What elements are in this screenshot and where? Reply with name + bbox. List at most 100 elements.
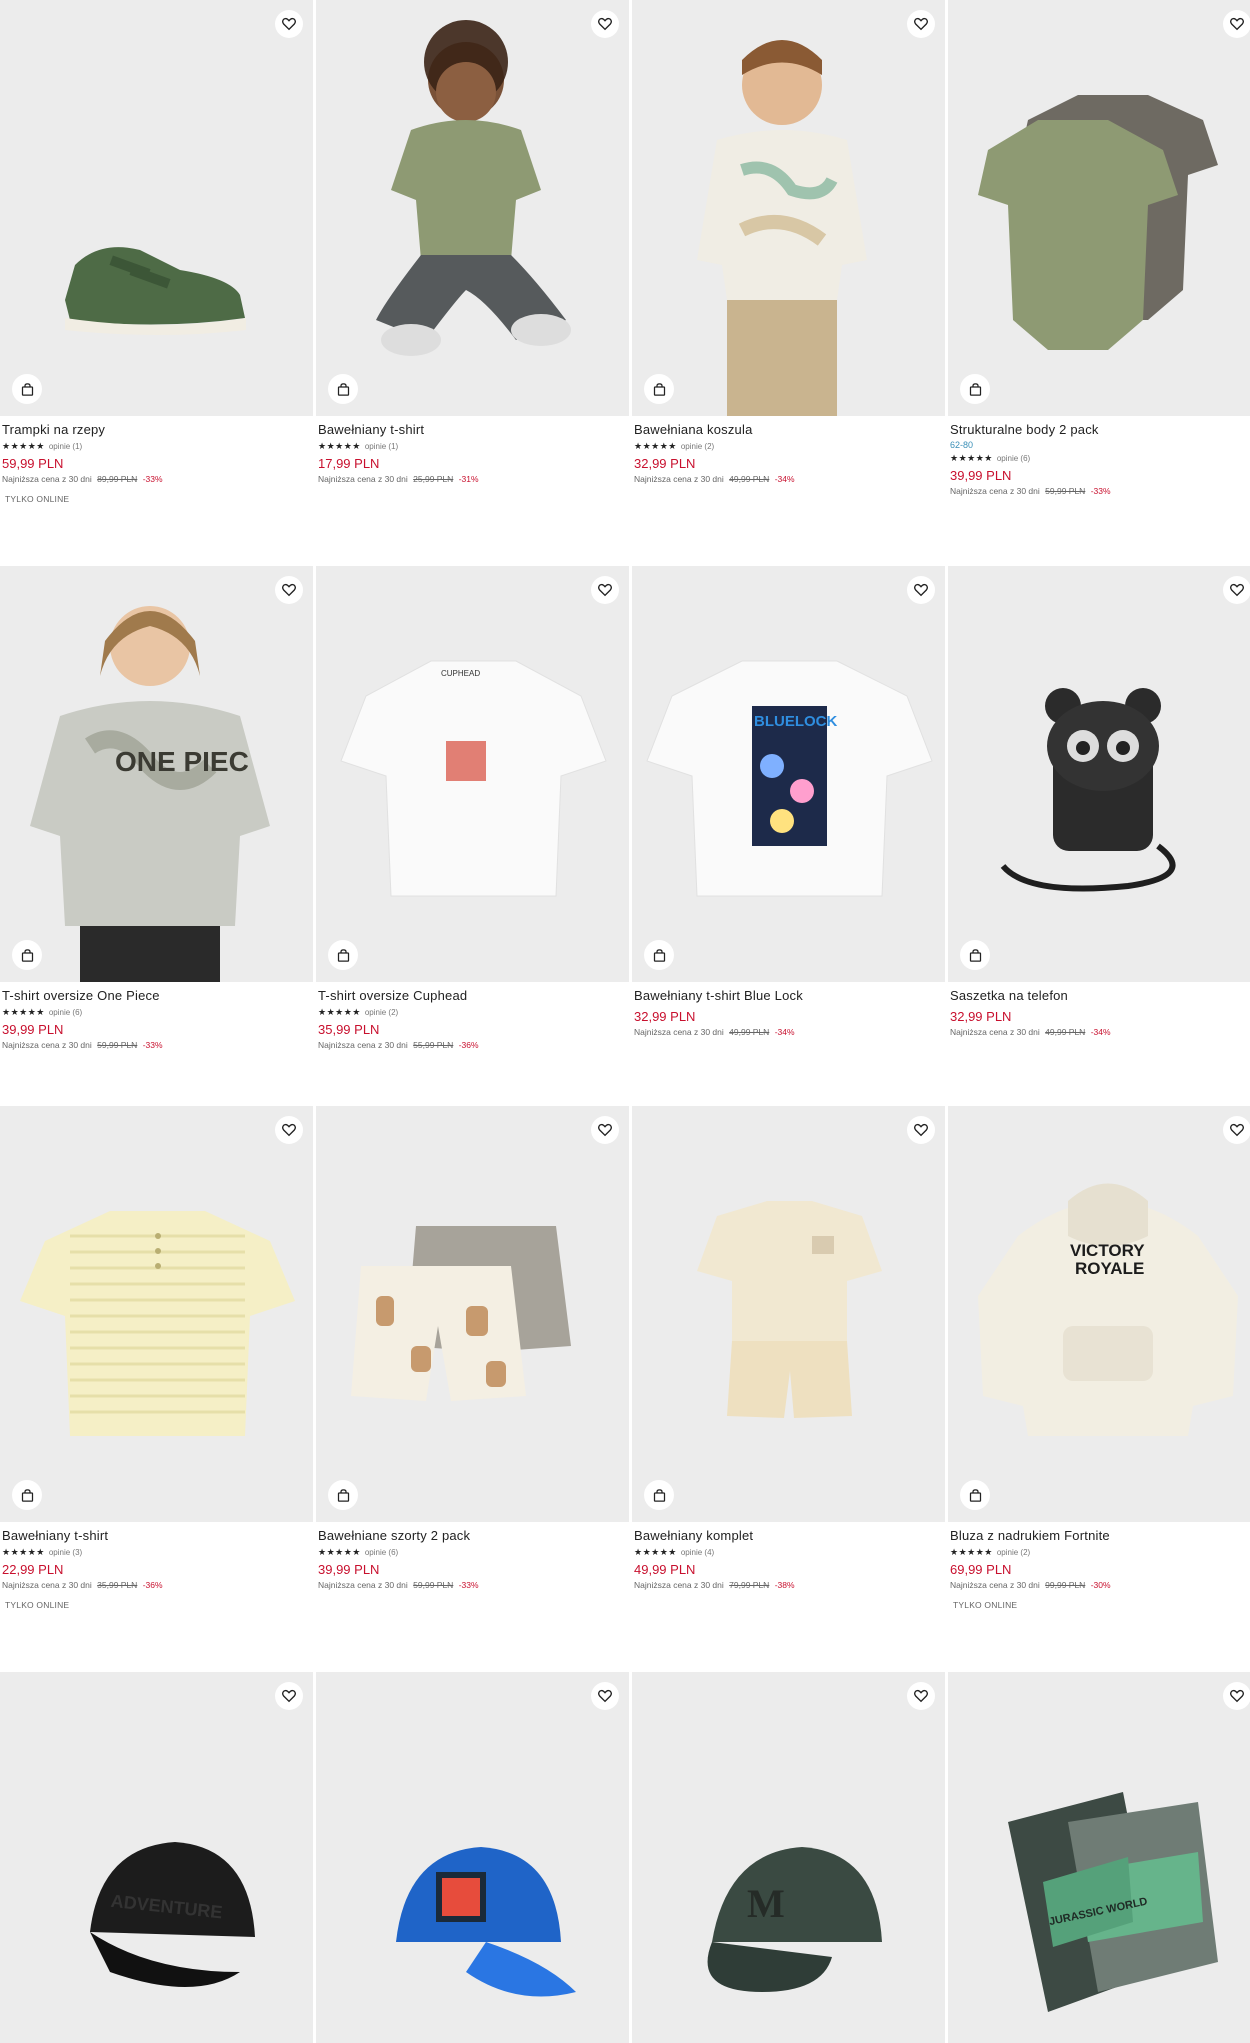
product-image[interactable]: ONE PIEC: [0, 566, 313, 982]
product-photo: [1000, 688, 1176, 892]
rating-stars: ★★★★★: [2, 441, 45, 451]
product-price: 59,99 PLN: [2, 456, 64, 471]
product-image[interactable]: [948, 566, 1250, 982]
product-price: 39,99 PLN: [318, 1562, 380, 1577]
svg-text:ROYALE: ROYALE: [1075, 1259, 1144, 1278]
product-image[interactable]: [316, 0, 629, 416]
shopping-bag-icon[interactable]: [328, 940, 358, 970]
rating: ★★★★★ opinie (2): [950, 1547, 1250, 1557]
product-image[interactable]: [632, 0, 945, 416]
product-image[interactable]: [316, 1106, 629, 1522]
product-image[interactable]: [0, 0, 313, 416]
review-count[interactable]: opinie (2): [997, 1548, 1030, 1557]
heart-icon[interactable]: [1223, 1116, 1250, 1144]
product-name[interactable]: Bawełniane szorty 2 pack: [318, 1528, 627, 1544]
heart-icon[interactable]: [907, 1116, 935, 1144]
product-card[interactable]: Trampki na rzepy ★★★★★ opinie (1) 59,99 …: [0, 0, 313, 504]
product-name[interactable]: Saszetka na telefon: [950, 988, 1250, 1004]
product-image[interactable]: CUPHEAD: [316, 566, 629, 982]
product-card[interactable]: Bawełniane szorty 2 pack ★★★★★ opinie (6…: [316, 1106, 629, 1591]
product-image[interactable]: [632, 1106, 945, 1522]
shopping-bag-icon[interactable]: [644, 1480, 674, 1510]
product-price: 32,99 PLN: [634, 456, 696, 471]
product-name[interactable]: Trampki na rzepy: [2, 422, 311, 438]
product-name[interactable]: T-shirt oversize One Piece: [2, 988, 311, 1004]
product-photo: ADVENTURE: [90, 1842, 255, 1987]
review-count[interactable]: opinie (6): [49, 1008, 82, 1017]
product-card[interactable]: Bawełniany komplet ★★★★★ opinie (4) 49,9…: [632, 1106, 945, 1591]
product-name[interactable]: Bawełniany t-shirt: [2, 1528, 311, 1544]
product-image[interactable]: [0, 1106, 313, 1522]
shopping-bag-icon[interactable]: [644, 940, 674, 970]
product-card[interactable]: Strukturalne body 2 pack 62-80 ★★★★★ opi…: [948, 0, 1250, 497]
heart-icon[interactable]: [591, 10, 619, 38]
review-count[interactable]: opinie (1): [49, 442, 82, 451]
rating-stars: ★★★★★: [950, 453, 993, 463]
product-card[interactable]: ADVENTURE: [0, 1672, 313, 2043]
heart-icon[interactable]: [907, 576, 935, 604]
shopping-bag-icon[interactable]: [12, 940, 42, 970]
shopping-bag-icon[interactable]: [960, 1480, 990, 1510]
product-card[interactable]: M: [632, 1672, 945, 2043]
review-count[interactable]: opinie (2): [681, 442, 714, 451]
heart-icon[interactable]: [275, 576, 303, 604]
product-name[interactable]: Strukturalne body 2 pack: [950, 422, 1250, 438]
product-card[interactable]: [316, 1672, 629, 2043]
lowest-price-info: Najniższa cena z 30 dni 59,99 PLN -33%: [950, 486, 1250, 497]
discount-badge: -31%: [458, 474, 479, 484]
review-count[interactable]: opinie (6): [365, 1548, 398, 1557]
product-card[interactable]: BLUELOCK Bawełniany t-shirt Blue Lock 32…: [632, 566, 945, 1038]
old-price: 25,99 PLN: [413, 474, 454, 484]
product-image[interactable]: M: [632, 1672, 945, 2043]
heart-icon[interactable]: [907, 1682, 935, 1710]
lowest-price-label: Najniższa cena z 30 dni: [634, 474, 724, 484]
product-card[interactable]: CUPHEAD T-shirt oversize Cuphead ★★★★★ o…: [316, 566, 629, 1051]
product-card[interactable]: JURASSIC WORLD: [948, 1672, 1250, 2043]
shopping-bag-icon[interactable]: [12, 1480, 42, 1510]
shopping-bag-icon[interactable]: [12, 374, 42, 404]
lowest-price-info: Najniższa cena z 30 dni 49,99 PLN -34%: [634, 1027, 943, 1038]
heart-icon[interactable]: [591, 1116, 619, 1144]
product-image[interactable]: VICTORY ROYALE: [948, 1106, 1250, 1522]
product-name[interactable]: Bluza z nadrukiem Fortnite: [950, 1528, 1250, 1544]
review-count[interactable]: opinie (4): [681, 1548, 714, 1557]
product-image[interactable]: [316, 1672, 629, 2043]
heart-icon[interactable]: [1223, 10, 1250, 38]
heart-icon[interactable]: [1223, 1682, 1250, 1710]
product-image[interactable]: BLUELOCK: [632, 566, 945, 982]
product-card[interactable]: ONE PIEC T-shirt oversize One Piece ★★★★…: [0, 566, 313, 1051]
product-name[interactable]: Bawełniany t-shirt Blue Lock: [634, 988, 943, 1004]
shopping-bag-icon[interactable]: [328, 1480, 358, 1510]
heart-icon[interactable]: [275, 1682, 303, 1710]
heart-icon[interactable]: [275, 10, 303, 38]
old-price: 59,99 PLN: [97, 1040, 138, 1050]
heart-icon[interactable]: [907, 10, 935, 38]
product-card[interactable]: Bawełniana koszula ★★★★★ opinie (2) 32,9…: [632, 0, 945, 485]
shopping-bag-icon[interactable]: [960, 374, 990, 404]
heart-icon[interactable]: [591, 576, 619, 604]
review-count[interactable]: opinie (3): [49, 1548, 82, 1557]
product-name[interactable]: T-shirt oversize Cuphead: [318, 988, 627, 1004]
heart-icon[interactable]: [275, 1116, 303, 1144]
rating: ★★★★★ opinie (6): [318, 1547, 627, 1557]
product-name[interactable]: Bawełniany komplet: [634, 1528, 943, 1544]
product-image[interactable]: ADVENTURE: [0, 1672, 313, 2043]
lowest-price-info: Najniższa cena z 30 dni 79,99 PLN -38%: [634, 1580, 943, 1591]
review-count[interactable]: opinie (6): [997, 454, 1030, 463]
heart-icon[interactable]: [591, 1682, 619, 1710]
product-card[interactable]: Bawełniany t-shirt ★★★★★ opinie (1) 17,9…: [316, 0, 629, 485]
lowest-price-label: Najniższa cena z 30 dni: [2, 1040, 92, 1050]
product-name[interactable]: Bawełniana koszula: [634, 422, 943, 438]
shopping-bag-icon[interactable]: [644, 374, 674, 404]
shopping-bag-icon[interactable]: [328, 374, 358, 404]
product-image[interactable]: [948, 0, 1250, 416]
product-image[interactable]: JURASSIC WORLD: [948, 1672, 1250, 2043]
product-card[interactable]: Bawełniany t-shirt ★★★★★ opinie (3) 22,9…: [0, 1106, 313, 1610]
product-name[interactable]: Bawełniany t-shirt: [318, 422, 627, 438]
product-card[interactable]: Saszetka na telefon 32,99 PLN Najniższa …: [948, 566, 1250, 1038]
review-count[interactable]: opinie (1): [365, 442, 398, 451]
review-count[interactable]: opinie (2): [365, 1008, 398, 1017]
heart-icon[interactable]: [1223, 576, 1250, 604]
product-card[interactable]: VICTORY ROYALE Bluza z nadrukiem Fortnite…: [948, 1106, 1250, 1610]
shopping-bag-icon[interactable]: [960, 940, 990, 970]
